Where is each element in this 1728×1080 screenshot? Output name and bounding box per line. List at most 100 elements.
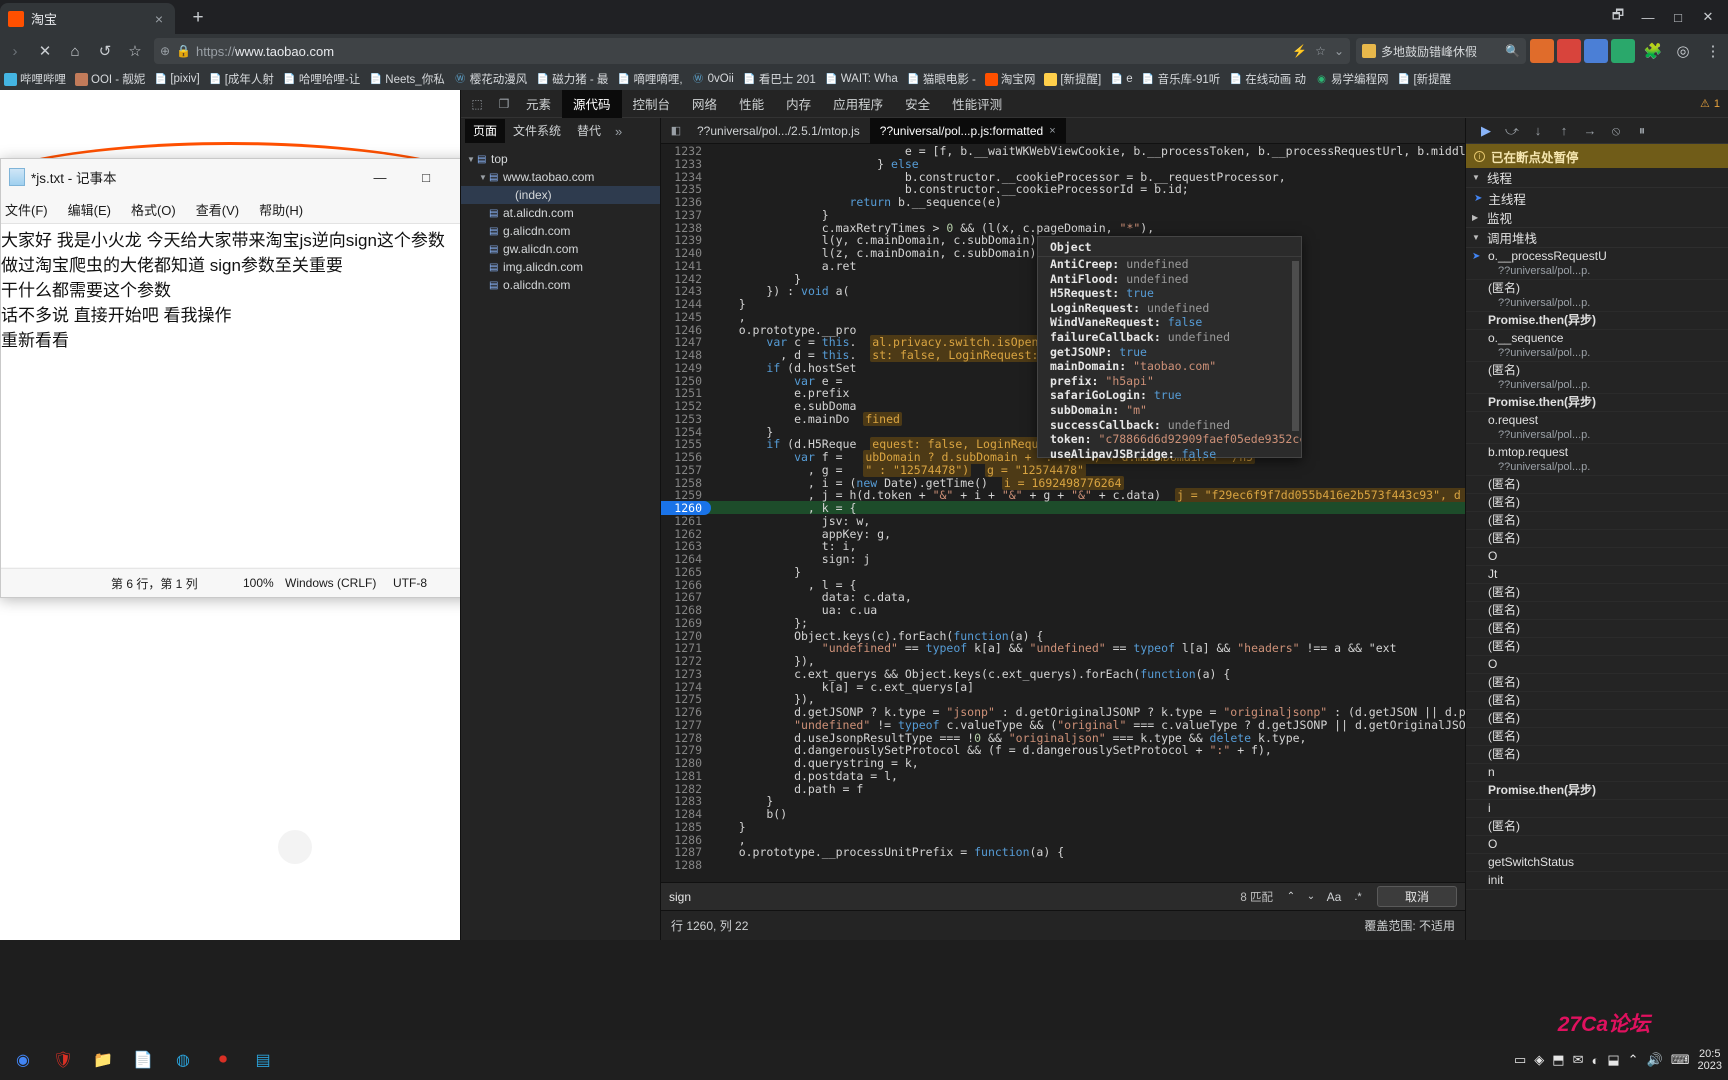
step-over-icon[interactable]: ⤻ <box>1500 120 1524 142</box>
devtools-tab-元素[interactable]: 元素 <box>515 90 562 118</box>
step-out-icon[interactable]: ↑ <box>1552 120 1576 142</box>
extension-icon-3[interactable] <box>1584 39 1608 63</box>
source-tree-item[interactable]: (index) <box>461 186 660 204</box>
threads-section-header[interactable]: ▼ 线程 <box>1466 168 1728 188</box>
address-bar[interactable]: ⊕ 🔒 https:// www.taobao.com ⚡ ☆ ⌄ <box>154 38 1350 64</box>
code-line[interactable]: 1277 "undefined" != typeof c.valueType &… <box>661 718 1465 731</box>
call-stack-frame[interactable]: (匿名) <box>1466 602 1728 620</box>
call-stack-frame[interactable]: (匿名) <box>1466 494 1728 512</box>
call-stack-frame[interactable]: Jt <box>1466 566 1728 584</box>
code-line[interactable]: 1281 d.postdata = l, <box>661 769 1465 782</box>
bookmark-item[interactable]: 📄看巴士 201 <box>743 71 816 87</box>
notepad-menu-文件(F)[interactable]: 文件(F) <box>5 200 48 219</box>
taskbar-clock[interactable]: 20:5 2023 <box>1698 1048 1722 1072</box>
shield-icon[interactable]: ⊕ <box>160 44 170 58</box>
bookmark-item[interactable]: 哔哩哔哩 <box>4 71 66 87</box>
code-line[interactable]: 1273 c.ext_querys && Object.keys(c.ext_q… <box>661 667 1465 680</box>
code-line[interactable]: 1262 appKey: g, <box>661 527 1465 540</box>
navigator-tab-filesystem[interactable]: 文件系统 <box>505 119 569 143</box>
code-line[interactable]: 1232 e = [f, b.__waitWKWebViewCookie, b.… <box>661 144 1465 157</box>
restore-icon[interactable]: 🗗 <box>1604 4 1632 30</box>
notepad-menu-格式(O)[interactable]: 格式(O) <box>131 200 176 219</box>
taskbar-folder-icon[interactable]: 📁 <box>86 1043 120 1077</box>
tooltip-scrollbar[interactable] <box>1292 261 1299 431</box>
source-tree-item[interactable]: ▼▤www.taobao.com <box>461 168 660 186</box>
source-tree-item[interactable]: ▤at.alicdn.com <box>461 204 660 222</box>
call-stack-frame[interactable]: (匿名) <box>1466 620 1728 638</box>
bookmark-item[interactable]: Ⓦ0vOii <box>692 73 734 86</box>
source-tree-item[interactable]: ▤g.alicdn.com <box>461 222 660 240</box>
notepad-window[interactable]: *js.txt - 记事本 — □ ✕ 文件(F)编辑(E)格式(O)查看(V)… <box>0 158 496 598</box>
call-stack-section-header[interactable]: ▼ 调用堆栈 <box>1466 228 1728 248</box>
bookmark-item[interactable]: 📄哈哩哈哩-让 <box>283 71 360 87</box>
tray-icon[interactable]: ⌃ <box>1628 1052 1639 1068</box>
search-input[interactable]: 多地鼓励错峰休假 <box>1381 43 1505 60</box>
call-stack-frame[interactable]: (匿名) <box>1466 530 1728 548</box>
call-stack-frame[interactable]: (匿名) <box>1466 746 1728 764</box>
bookmark-item[interactable]: 淘宝网 <box>985 71 1036 87</box>
code-line[interactable]: 1261 jsv: w, <box>661 514 1465 527</box>
call-stack-frame[interactable]: (匿名) <box>1466 638 1728 656</box>
call-stack-frame[interactable]: (匿名) <box>1466 728 1728 746</box>
chevron-icon[interactable]: ▼ <box>477 173 489 182</box>
chevron-icon[interactable]: ▼ <box>465 155 477 164</box>
navigator-tab-page[interactable]: 页面 <box>465 119 505 143</box>
code-line[interactable]: 1287 o.prototype.__processUnitPrefix = f… <box>661 845 1465 858</box>
code-line[interactable]: 1234 b.constructor.__cookieProcessor = b… <box>661 170 1465 183</box>
resume-icon[interactable]: ▶ <box>1474 120 1498 142</box>
code-line[interactable]: 1268 ua: c.ua <box>661 603 1465 616</box>
bookmark-item[interactable]: OOI - 靓妮 <box>75 71 145 87</box>
notepad-menu-帮助(H)[interactable]: 帮助(H) <box>259 200 303 219</box>
taskbar-record-icon[interactable]: ⏺ <box>206 1043 240 1077</box>
code-line[interactable]: 1258 , i = (new Date).getTime() i = 1692… <box>661 476 1465 489</box>
code-line[interactable]: 1274 k[a] = c.ext_querys[a] <box>661 680 1465 693</box>
call-stack-frame[interactable]: (匿名) <box>1466 710 1728 728</box>
code-line[interactable]: 1264 sign: j <box>661 552 1465 565</box>
bookmark-item[interactable]: 📄[新提醒 <box>1397 71 1451 87</box>
stop-icon[interactable]: ✕ <box>30 37 60 65</box>
code-line[interactable]: 1266 , l = { <box>661 578 1465 591</box>
call-stack-frame[interactable]: Promise.then(异步) <box>1466 782 1728 800</box>
code-line[interactable]: 1260 , k = { <box>661 501 1465 514</box>
profile-icon[interactable]: ◎ <box>1668 37 1698 65</box>
file-tab-close-icon[interactable]: × <box>1049 125 1055 137</box>
code-line[interactable]: 1267 data: c.data, <box>661 590 1465 603</box>
call-stack-frame[interactable]: getSwitchStatus <box>1466 854 1728 872</box>
devtools-tab-内存[interactable]: 内存 <box>775 90 822 118</box>
main-thread-row[interactable]: ➤ 主线程 <box>1466 188 1728 208</box>
search-box[interactable]: 多地鼓励错峰休假 🔍 <box>1356 38 1526 64</box>
call-stack-frame[interactable]: (匿名) <box>1466 476 1728 494</box>
code-line[interactable]: 1263 t: i, <box>661 539 1465 552</box>
taskbar-notepad-icon[interactable]: 📄 <box>126 1043 160 1077</box>
chevron-down-icon[interactable]: ⌄ <box>1334 44 1344 58</box>
taskbar-steam-icon[interactable]: ◍ <box>166 1043 200 1077</box>
code-line[interactable]: 1278 d.useJsonpResultType === !0 && "ori… <box>661 731 1465 744</box>
notepad-minimize-button[interactable]: — <box>357 160 403 194</box>
navigator-toggle-icon[interactable]: ◧ <box>665 120 687 142</box>
home-icon[interactable]: ⌂ <box>60 37 90 65</box>
tray-icon[interactable]: ⬓ <box>1607 1052 1619 1068</box>
bookmark-item[interactable]: 📄音乐库-91听 <box>1142 71 1221 87</box>
call-stack-frame[interactable]: (匿名) <box>1466 584 1728 602</box>
extension-icon-2[interactable] <box>1557 39 1581 63</box>
code-line[interactable]: 1288 <box>661 858 1465 871</box>
find-prev-icon[interactable]: ⌃ <box>1281 891 1301 902</box>
extension-icon-1[interactable] <box>1530 39 1554 63</box>
call-stack-frame[interactable]: (匿名) <box>1466 512 1728 530</box>
deactivate-breakpoints-icon[interactable]: ⦸ <box>1604 120 1628 142</box>
code-line[interactable]: 1235 b.constructor.__cookieProcessorId =… <box>661 182 1465 195</box>
bookmark-item[interactable]: 📄猫眼电影 - <box>907 71 976 87</box>
tray-icon[interactable]: 🔊 <box>1647 1052 1663 1068</box>
call-stack-frame[interactable]: Promise.then(异步) <box>1466 312 1728 330</box>
code-line[interactable]: 1286 , <box>661 833 1465 846</box>
code-line[interactable]: 1275 }), <box>661 692 1465 705</box>
devtools-tab-应用程序[interactable]: 应用程序 <box>822 90 894 118</box>
call-stack-frame[interactable]: (匿名) <box>1466 692 1728 710</box>
search-icon[interactable]: 🔍 <box>1505 44 1520 58</box>
taskbar-chrome-icon[interactable]: ◉ <box>6 1043 40 1077</box>
source-tree-item[interactable]: ▼▤top <box>461 150 660 168</box>
bookmark-item[interactable]: 📄e <box>1110 73 1132 86</box>
code-line[interactable]: 1236 return b.__sequence(e) <box>661 195 1465 208</box>
call-stack-frame[interactable]: i <box>1466 800 1728 818</box>
bookmark-item[interactable]: ◉易学编程网 <box>1315 71 1389 87</box>
